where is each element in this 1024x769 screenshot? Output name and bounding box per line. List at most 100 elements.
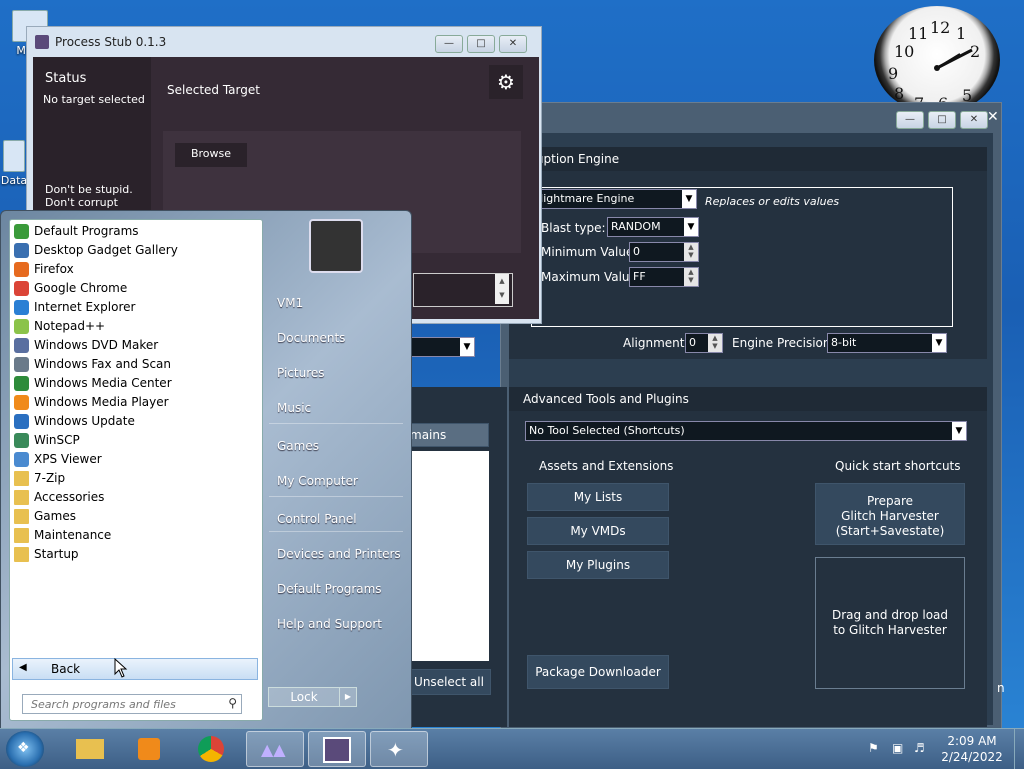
taskbar-explorer[interactable] bbox=[60, 731, 118, 767]
min-value-label: Minimum Value bbox=[541, 245, 634, 259]
program-item[interactable]: Maintenance bbox=[12, 526, 260, 545]
program-item[interactable]: Startup bbox=[12, 545, 260, 564]
start-right-item[interactable]: Documents bbox=[277, 331, 345, 345]
taskbar-rtc[interactable]: ▲▲ bbox=[246, 731, 304, 767]
drag-drop-zone[interactable]: Drag and drop load to Glitch Harvester bbox=[815, 557, 965, 689]
maximize-button[interactable]: □ bbox=[467, 35, 495, 53]
domains-button[interactable]: mains bbox=[407, 423, 489, 447]
chrome-icon bbox=[198, 736, 224, 762]
taskbar-process-stub[interactable] bbox=[308, 731, 366, 767]
domains-list[interactable] bbox=[407, 451, 489, 661]
start-right-item[interactable]: Games bbox=[277, 439, 319, 453]
search-input[interactable]: Search programs and files ⚲ bbox=[22, 694, 242, 714]
start-right-item[interactable]: Control Panel bbox=[277, 512, 357, 526]
maximize-button[interactable]: □ bbox=[928, 111, 956, 129]
close-button[interactable]: ✕ bbox=[499, 35, 527, 53]
program-icon bbox=[14, 319, 29, 334]
package-downloader-button[interactable]: Package Downloader bbox=[527, 655, 669, 689]
program-item[interactable]: Desktop Gadget Gallery bbox=[12, 241, 260, 260]
spinner-icon[interactable]: ▲ ▼ bbox=[708, 334, 722, 352]
program-item[interactable]: Google Chrome bbox=[12, 279, 260, 298]
program-icon bbox=[14, 395, 29, 410]
clock-hands-icon bbox=[934, 48, 973, 71]
menu-separator bbox=[269, 423, 403, 424]
program-item[interactable]: Windows Fax and Scan bbox=[12, 355, 260, 374]
program-item[interactable]: XPS Viewer bbox=[12, 450, 260, 469]
program-item[interactable]: Windows Media Player bbox=[12, 393, 260, 412]
unselect-all-button[interactable]: Unselect all bbox=[407, 669, 491, 695]
start-right-item[interactable]: Pictures bbox=[277, 366, 325, 380]
lock-button[interactable]: Lock bbox=[268, 687, 340, 707]
user-avatar[interactable] bbox=[309, 219, 363, 273]
tray-volume-icon[interactable]: ♬ bbox=[914, 741, 925, 755]
close-x-icon[interactable]: ✕ bbox=[987, 109, 999, 125]
tool-select[interactable]: No Tool Selected (Shortcuts) ▼ bbox=[525, 421, 967, 441]
start-right-item[interactable]: Music bbox=[277, 401, 311, 415]
start-orb-button[interactable]: ❖ bbox=[6, 731, 44, 767]
programs-list: ◀ Back Search programs and files ⚲ Defau… bbox=[9, 219, 263, 721]
engine-select[interactable]: Nightmare Engine ▼ bbox=[531, 189, 697, 209]
max-value-input[interactable]: FF ▲ ▼ bbox=[629, 267, 699, 287]
precision-select[interactable]: 8-bit ▼ bbox=[827, 333, 947, 353]
close-button[interactable]: ✕ bbox=[960, 111, 988, 129]
taskbar-chrome[interactable] bbox=[182, 731, 240, 767]
program-item[interactable]: WinSCP bbox=[12, 431, 260, 450]
tray-network-icon[interactable]: ▣ bbox=[892, 741, 903, 755]
my-lists-button[interactable]: My Lists bbox=[527, 483, 669, 511]
spinner-icon[interactable]: ▲ ▼ bbox=[684, 243, 698, 261]
browse-button[interactable]: Browse bbox=[175, 143, 247, 167]
program-item[interactable]: Notepad++ bbox=[12, 317, 260, 336]
blast-type-select[interactable]: RANDOM ▼ bbox=[607, 217, 699, 237]
start-right-item[interactable]: Devices and Printers bbox=[277, 547, 401, 561]
program-icon bbox=[14, 433, 29, 448]
taskbar-glitch-harvester[interactable]: ✦ bbox=[370, 731, 428, 767]
spinner-icon[interactable]: ▲ ▼ bbox=[684, 268, 698, 286]
program-item[interactable]: Windows Media Center bbox=[12, 374, 260, 393]
program-item[interactable]: Windows DVD Maker bbox=[12, 336, 260, 355]
partial-select[interactable]: ▼ bbox=[407, 337, 475, 357]
program-item[interactable]: Windows Update bbox=[12, 412, 260, 431]
program-item[interactable]: Accessories bbox=[12, 488, 260, 507]
corruption-engine-header: ruption Engine bbox=[509, 147, 987, 171]
program-item[interactable]: Internet Explorer bbox=[12, 298, 260, 317]
minimize-button[interactable]: — bbox=[435, 35, 463, 53]
chevron-down-icon: ▼ bbox=[682, 190, 696, 208]
my-plugins-button[interactable]: My Plugins bbox=[527, 551, 669, 579]
program-item[interactable]: Default Programs bbox=[12, 222, 260, 241]
corruption-engine-panel: ruption Engine Nightmare Engine ▼ Replace… bbox=[509, 147, 987, 359]
show-desktop-button[interactable] bbox=[1014, 729, 1024, 769]
program-icon bbox=[14, 262, 29, 277]
start-right-item[interactable]: Help and Support bbox=[277, 617, 382, 631]
power-options-button[interactable]: ▶ bbox=[339, 687, 357, 707]
start-right-item[interactable]: VM1 bbox=[277, 296, 303, 310]
quick-start-title: Quick start shortcuts bbox=[835, 459, 961, 473]
program-icon bbox=[14, 300, 29, 315]
stub-scrollbar[interactable]: ▲ ▼ bbox=[495, 274, 509, 304]
back-arrow-icon: ◀ bbox=[19, 662, 27, 673]
chevron-down-icon: ▼ bbox=[952, 422, 966, 440]
start-right-item[interactable]: My Computer bbox=[277, 474, 358, 488]
alignment-input[interactable]: 0 ▲ ▼ bbox=[685, 333, 723, 353]
folder-icon bbox=[14, 528, 29, 543]
program-item[interactable]: Firefox bbox=[12, 260, 260, 279]
prepare-glitch-harvester-button[interactable]: Prepare Glitch Harvester (Start+Savestat… bbox=[815, 483, 965, 545]
back-button[interactable]: ◀ Back bbox=[12, 658, 258, 680]
program-icon bbox=[14, 338, 29, 353]
taskbar-media-player[interactable] bbox=[120, 731, 178, 767]
rtc-icon: ▲▲ bbox=[261, 740, 286, 759]
min-value-input[interactable]: 0 ▲ ▼ bbox=[629, 242, 699, 262]
stub-icon bbox=[323, 737, 351, 763]
program-item[interactable]: Games bbox=[12, 507, 260, 526]
tray-clock[interactable]: 2:09 AM 2/24/2022 bbox=[936, 733, 1008, 765]
rtc-window: — □ ✕ ✕ ruption Engine Nightmare Engine ▼… bbox=[407, 102, 1005, 734]
minimize-button[interactable]: — bbox=[896, 111, 924, 129]
blast-type-label: Blast type: bbox=[541, 221, 606, 235]
settings-gear-button[interactable]: ⚙ bbox=[489, 65, 523, 99]
folder-icon bbox=[14, 471, 29, 486]
tray-flag-icon[interactable]: ⚑ bbox=[868, 741, 879, 755]
my-vmds-button[interactable]: My VMDs bbox=[527, 517, 669, 545]
program-icon bbox=[14, 376, 29, 391]
start-right-item[interactable]: Default Programs bbox=[277, 582, 382, 596]
program-item[interactable]: 7-Zip bbox=[12, 469, 260, 488]
max-value-label: Maximum Value bbox=[541, 270, 637, 284]
